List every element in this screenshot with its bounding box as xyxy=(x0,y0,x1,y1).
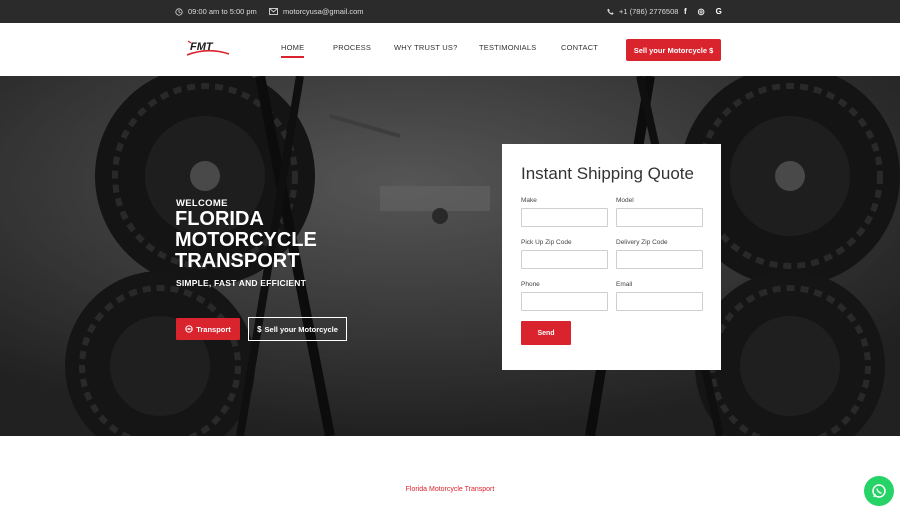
delivery-zip-input[interactable] xyxy=(616,250,703,269)
motorcycle-background-image xyxy=(0,76,900,436)
email-text[interactable]: motorcyusa@gmail.com xyxy=(283,7,364,16)
sell-motorcycle-hero-button[interactable]: $ Sell your Motorcycle xyxy=(248,317,347,341)
main-nav: FMT HOME PROCESS WHY TRUST US? TESTIMONI… xyxy=(0,23,900,76)
transport-button[interactable]: Transport xyxy=(176,318,240,340)
phone-input[interactable] xyxy=(521,292,608,311)
pickup-zip-input[interactable] xyxy=(521,250,608,269)
email-input[interactable] xyxy=(616,292,703,311)
hero-section: WELCOME FLORIDA MOTORCYCLE TRANSPORT SIM… xyxy=(0,76,900,436)
email-info[interactable]: motorcyusa@gmail.com xyxy=(269,0,364,23)
google-icon[interactable]: G xyxy=(716,7,722,16)
phone-info[interactable]: +1 (786) 2776508 xyxy=(607,0,678,23)
phone-icon xyxy=(607,8,614,15)
model-input[interactable] xyxy=(616,208,703,227)
section-label: Florida Motorcycle Transport xyxy=(405,486,495,493)
make-label: Make xyxy=(521,197,537,204)
pickup-zip-label: Pick Up Zip Code xyxy=(521,239,572,246)
model-label: Model xyxy=(616,197,634,204)
email-label: Email xyxy=(616,281,633,288)
sell-button-label: Sell your Motorcycle xyxy=(264,324,338,334)
nav-home[interactable]: HOME xyxy=(281,43,305,58)
instagram-icon[interactable]: ◎ xyxy=(698,7,705,16)
hours-text: 09:00 am to 5:00 pm xyxy=(188,7,257,16)
nav-contact[interactable]: CONTACT xyxy=(561,43,598,52)
quote-form-title: Instant Shipping Quote xyxy=(521,164,694,183)
hero-title: FLORIDA MOTORCYCLE TRANSPORT xyxy=(175,208,317,272)
social-links: f ◎ G xyxy=(684,0,722,23)
phone-text[interactable]: +1 (786) 2776508 xyxy=(619,7,678,16)
hero-subtitle: SIMPLE, FAST AND EFFICIENT xyxy=(176,278,307,288)
sell-motorcycle-button[interactable]: Sell your Motorcycle $ xyxy=(626,39,721,61)
nav-process[interactable]: PROCESS xyxy=(333,43,371,52)
fmt-logo[interactable]: FMT xyxy=(185,37,231,61)
clock-icon xyxy=(175,7,183,16)
facebook-icon[interactable]: f xyxy=(684,7,687,16)
steering-icon xyxy=(185,325,193,333)
svg-text:FMT: FMT xyxy=(190,41,214,53)
nav-testimonials[interactable]: TESTIMONIALS xyxy=(479,43,536,52)
send-button[interactable]: Send xyxy=(521,321,571,345)
phone-label: Phone xyxy=(521,281,540,288)
hours-info: 09:00 am to 5:00 pm xyxy=(175,0,257,23)
delivery-zip-label: Delivery Zip Code xyxy=(616,239,668,246)
whatsapp-button[interactable] xyxy=(864,476,894,506)
nav-why-trust-us[interactable]: WHY TRUST US? xyxy=(394,43,457,52)
whatsapp-icon xyxy=(872,484,886,498)
top-bar: 09:00 am to 5:00 pm motorcyusa@gmail.com… xyxy=(0,0,900,23)
dollar-icon: $ xyxy=(257,324,262,334)
shipping-quote-form: Instant Shipping Quote Make Model Pick U… xyxy=(502,144,721,370)
mail-icon xyxy=(269,8,278,15)
make-input[interactable] xyxy=(521,208,608,227)
transport-button-label: Transport xyxy=(196,324,231,334)
